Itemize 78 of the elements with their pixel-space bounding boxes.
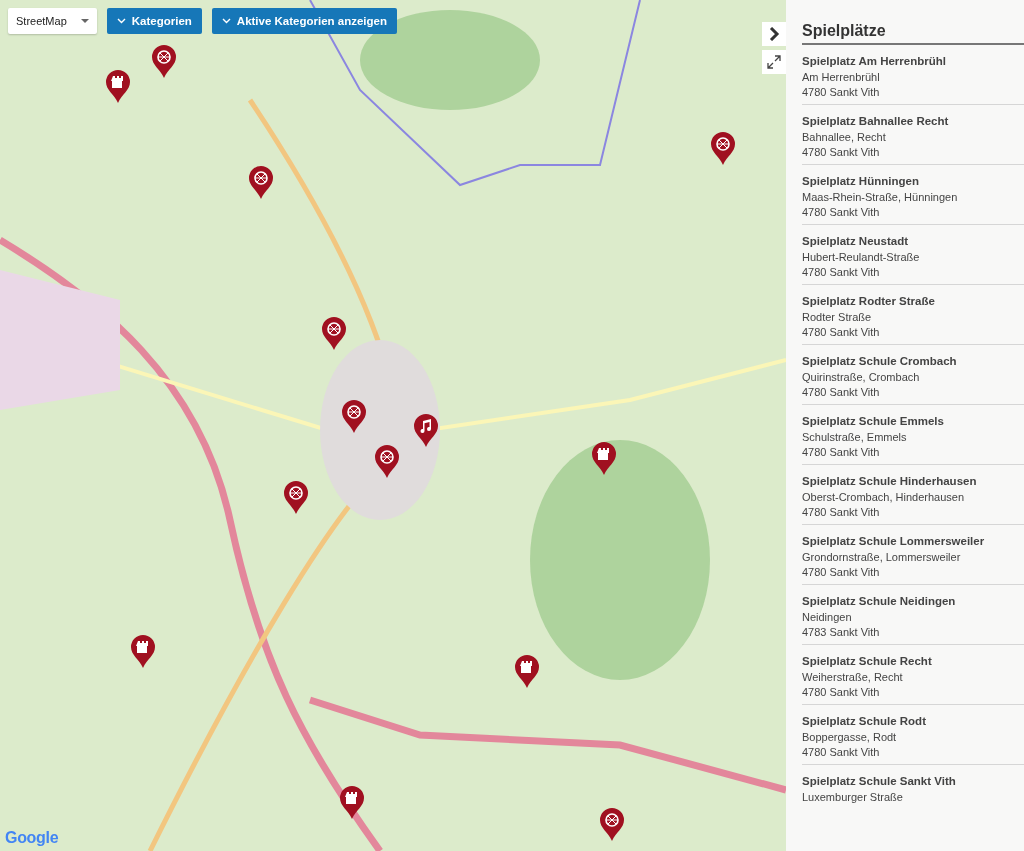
city-text: 4780 Sankt Vith xyxy=(802,265,881,280)
street-text: Neidingen xyxy=(802,610,853,625)
fullscreen-button[interactable] xyxy=(762,50,786,74)
castle-pin-icon[interactable] xyxy=(591,442,617,476)
street-text: Quirinstraße, Crombach xyxy=(802,370,921,385)
playground-list-item[interactable]: Spielplatz Schule Emmels Schulstraße, Emmels 4780 Sankt Vith xyxy=(802,405,1024,465)
playground-name: Spielplatz Schule Lommersweiler xyxy=(802,535,986,547)
playground-list-item[interactable]: Spielplatz Neustadt Hubert-Reulandt-Straße 4780 Sankt Vith xyxy=(802,225,1024,285)
city-text: 4780 Sankt Vith xyxy=(802,445,881,460)
playground-list-item[interactable]: Spielplatz Schule Recht Weiherstraße, Recht 4780 Sankt Vith xyxy=(802,645,1024,705)
city-text: 4780 Sankt Vith xyxy=(802,145,881,160)
castle-pin-icon[interactable] xyxy=(130,635,156,669)
castle-pin-icon[interactable] xyxy=(514,655,540,689)
street-text: Boppergasse, Rodt xyxy=(802,730,898,745)
music-note-pin-icon[interactable] xyxy=(413,414,439,448)
playground-name: Spielplatz Bahnallee Recht xyxy=(802,115,950,127)
playground-name: Spielplatz Rodter Straße xyxy=(802,295,936,307)
playground-name: Spielplatz Hünningen xyxy=(802,175,920,187)
layer-select[interactable]: StreetMap xyxy=(8,8,97,34)
street-text: Hubert-Reulandt-Straße xyxy=(802,250,921,265)
playground-name: Spielplatz Schule Rodt xyxy=(802,715,927,727)
street-text: Maas-Rhein-Straße, Hünningen xyxy=(802,190,959,205)
ball-pin-icon[interactable] xyxy=(248,166,274,200)
street-text: Am Herrenbrühl xyxy=(802,70,881,85)
playground-list-item[interactable]: Spielplatz Rodter Straße Rodter Straße 4780 Sankt Vith xyxy=(802,285,1024,345)
street-text: Bahnallee, Recht xyxy=(802,130,887,145)
city-text: 4783 Sankt Vith xyxy=(802,625,881,640)
map-placeholder[interactable]: StreetMap Kategorien Aktive Kategorien anzeigen Google xyxy=(0,0,786,851)
collapse-sidebar-button[interactable] xyxy=(762,22,786,46)
chevron-right-icon xyxy=(768,27,780,41)
street-text: Grondornstraße, Lommersweiler xyxy=(802,550,962,565)
city-text: 4780 Sankt Vith xyxy=(802,85,881,100)
street-text: Schulstraße, Emmels xyxy=(802,430,908,445)
city-text: 4780 Sankt Vith xyxy=(802,685,881,700)
castle-pin-icon[interactable] xyxy=(105,70,131,104)
playground-list-item[interactable]: Spielplatz Schule Crombach Quirinstraße, Crombach 4780 Sankt Vith xyxy=(802,345,1024,405)
playground-name: Spielplatz Schule Neidingen xyxy=(802,595,957,607)
expand-icon xyxy=(766,54,782,70)
street-text: Weiherstraße, Recht xyxy=(802,670,904,685)
playground-name: Spielplatz Schule Emmels xyxy=(802,415,945,427)
playground-list-item[interactable]: Spielplatz Schule Neidingen Neidingen 4783 Sankt Vith xyxy=(802,585,1024,645)
playground-list-item[interactable]: Spielplatz Am Herrenbrühl Am Herrenbrühl 4780 Sankt Vith xyxy=(802,45,1024,105)
playground-name: Spielplatz Schule Recht xyxy=(802,655,933,667)
city-text: 4780 Sankt Vith xyxy=(802,205,881,220)
category-button[interactable]: Kategorien xyxy=(106,8,202,34)
caret-icon xyxy=(80,19,89,23)
city-text: 4780 Sankt Vith xyxy=(802,565,881,580)
playground-list-item[interactable]: Spielplatz Schule Lommersweiler Grondornstraße, Lommersweiler 4780 Sankt Vith xyxy=(802,525,1024,585)
ball-pin-icon[interactable] xyxy=(374,445,400,479)
playground-list-item[interactable]: Spielplatz Bahnallee Recht Bahnallee, Recht 4780 Sankt Vith xyxy=(802,105,1024,165)
playground-name: Spielplatz Neustadt xyxy=(802,235,910,247)
castle-pin-icon[interactable] xyxy=(339,786,365,820)
playground-name: Spielplatz Schule Crombach xyxy=(802,355,958,367)
street-text: Luxemburger Straße xyxy=(802,790,904,805)
ball-pin-icon[interactable] xyxy=(710,132,736,166)
ball-pin-icon[interactable] xyxy=(283,481,309,515)
playground-name: Spielplatz Am Herrenbrühl xyxy=(802,55,947,67)
street-text: Oberst-Crombach, Hinderhausen xyxy=(802,490,966,505)
map-logo: Google xyxy=(5,829,59,847)
sidebar-title: Spielplätze xyxy=(802,22,1024,45)
city-text: 4780 Sankt Vith xyxy=(802,745,881,760)
ball-pin-icon[interactable] xyxy=(151,45,177,79)
ball-pin-icon[interactable] xyxy=(341,400,367,434)
chevron-down-icon xyxy=(116,18,126,24)
playground-list-item[interactable]: Spielplatz Schule Rodt Boppergasse, Rodt 4780 Sankt Vith xyxy=(802,705,1024,765)
city-text: 4780 Sankt Vith xyxy=(802,325,881,340)
playground-name: Spielplatz Schule Sankt Vith xyxy=(802,775,957,787)
ball-pin-icon[interactable] xyxy=(599,808,625,842)
city-text: 4780 Sankt Vith xyxy=(802,385,881,400)
playground-list-item[interactable]: Spielplatz Schule Hinderhausen Oberst-Crombach, Hinderhausen 4780 Sankt Vith xyxy=(802,465,1024,525)
playground-name: Spielplatz Schule Hinderhausen xyxy=(802,475,978,487)
street-text: Rodter Straße xyxy=(802,310,873,325)
city-text: 4780 Sankt Vith xyxy=(802,505,881,520)
chevron-down-icon xyxy=(221,18,231,24)
playground-list-item[interactable]: Spielplatz Hünningen Maas-Rhein-Straße, Hünningen 4780 Sankt Vith xyxy=(802,165,1024,225)
ball-pin-icon[interactable] xyxy=(321,317,347,351)
category-button[interactable]: Aktive Kategorien anzeigen xyxy=(211,8,397,34)
playground-list-item[interactable]: Spielplatz Schule Sankt Vith Luxemburger Straße xyxy=(802,765,1024,809)
